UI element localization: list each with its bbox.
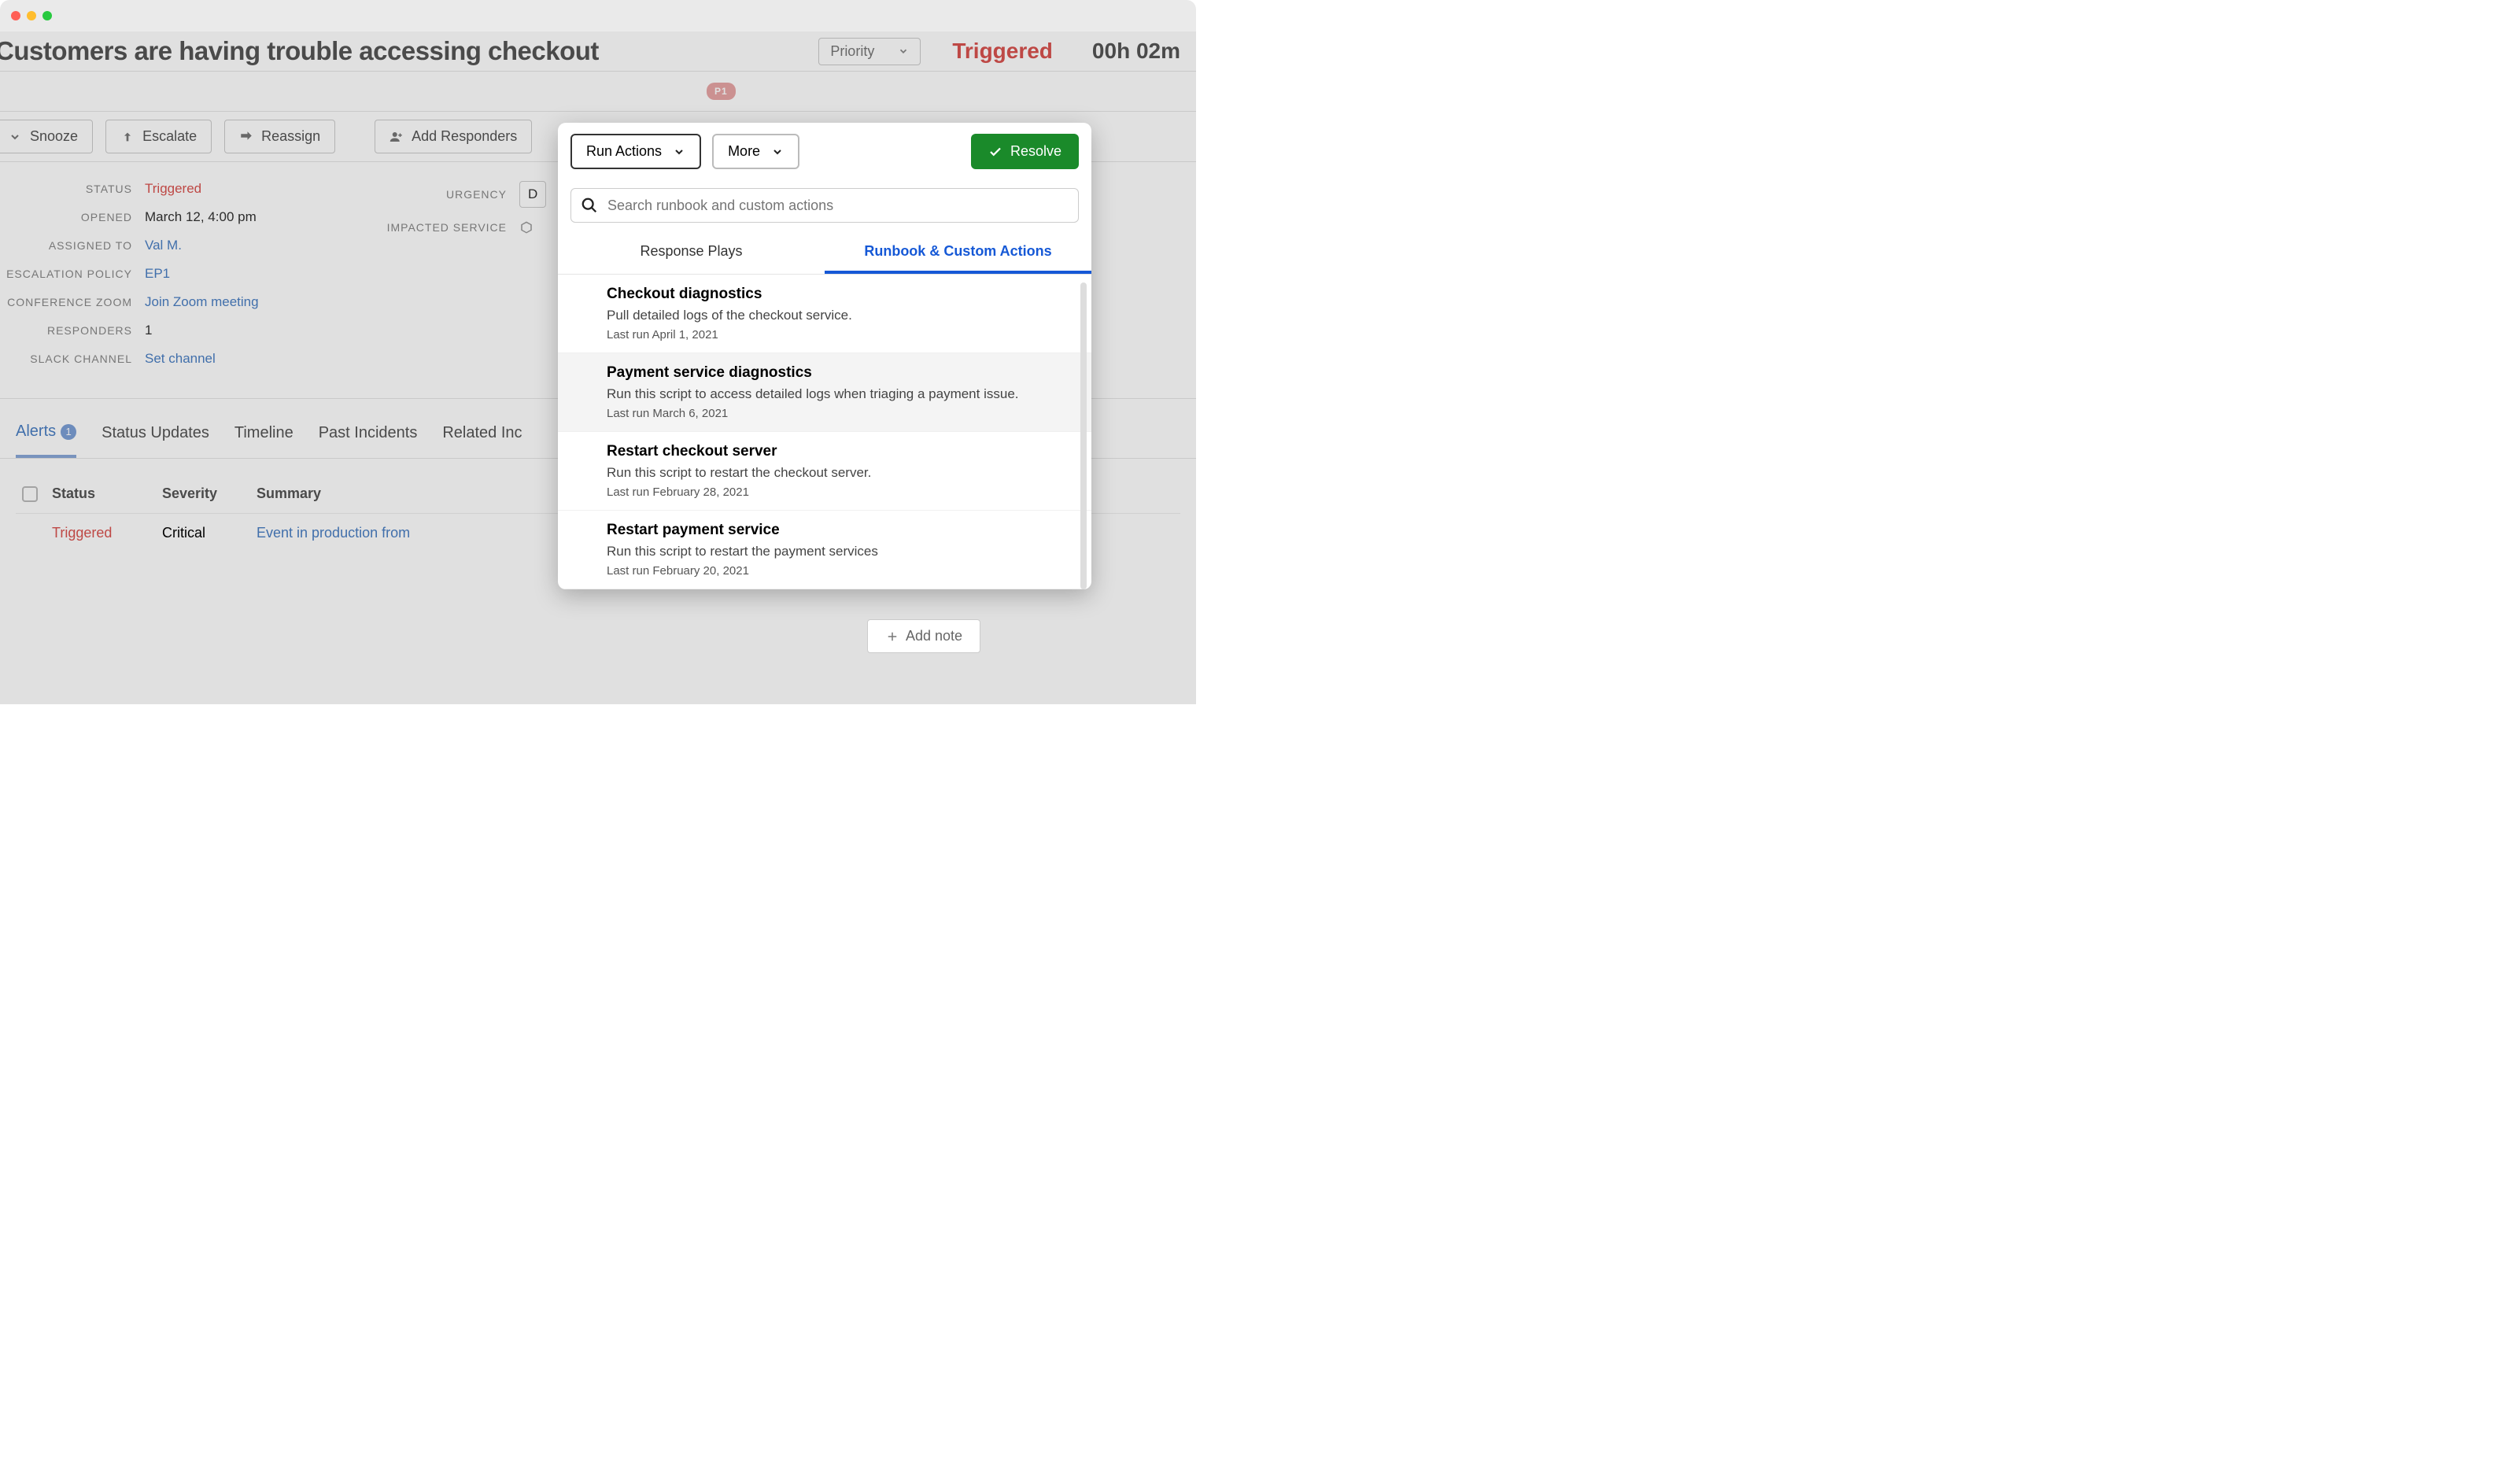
chevron-down-icon (673, 146, 685, 158)
add-note-button[interactable]: Add note (867, 619, 980, 653)
opened-value: March 12, 4:00 pm (145, 209, 257, 225)
action-title: Restart checkout server (607, 443, 1043, 460)
add-responders-label: Add Responders (412, 128, 517, 145)
incident-title: Customers are having trouble accessing c… (0, 36, 599, 66)
window-titlebar (0, 0, 1196, 31)
chevron-down-icon (898, 46, 909, 57)
tab-timeline[interactable]: Timeline (234, 423, 294, 458)
action-lastrun: Last run April 1, 2021 (607, 328, 1043, 341)
row-summary[interactable]: Event in production from (257, 525, 571, 541)
incident-elapsed-time: 00h 02m (1092, 39, 1180, 64)
more-button[interactable]: More (712, 134, 799, 169)
tab-status-updates[interactable]: Status Updates (102, 423, 209, 458)
assigned-label: ASSIGNED TO (0, 239, 145, 252)
more-label: More (728, 143, 760, 160)
arrow-up-icon (120, 130, 135, 144)
action-title: Payment service diagnostics (607, 364, 1043, 382)
check-icon (988, 145, 1002, 159)
snooze-button[interactable]: Snooze (0, 120, 93, 153)
maximize-window-dot[interactable] (42, 11, 52, 20)
search-field-wrap[interactable] (570, 188, 1079, 223)
row-severity: Critical (162, 525, 257, 541)
priority-select[interactable]: Priority (818, 38, 921, 65)
search-input[interactable] (607, 197, 1069, 214)
action-title: Checkout diagnostics (607, 286, 1043, 303)
priority-badge: P1 (707, 83, 736, 100)
action-desc: Run this script to access detailed logs … (607, 386, 1043, 402)
action-desc: Pull detailed logs of the checkout servi… (607, 308, 1043, 323)
search-icon (581, 197, 598, 214)
resolve-button[interactable]: Resolve (971, 134, 1079, 169)
incident-status-heading: Triggered (952, 39, 1053, 64)
impacted-service-label: IMPACTED SERVICE (386, 221, 519, 234)
plus-icon (885, 629, 899, 644)
responders-value: 1 (145, 323, 152, 338)
minimize-window-dot[interactable] (27, 11, 36, 20)
opened-label: OPENED (0, 211, 145, 223)
priority-label: Priority (830, 43, 874, 60)
conference-value[interactable]: Join Zoom meeting (145, 294, 259, 310)
tab-response-plays[interactable]: Response Plays (558, 235, 825, 274)
reassign-button[interactable]: Reassign (224, 120, 335, 153)
tab-alerts[interactable]: Alerts 1 (16, 423, 76, 458)
status-label: STATUS (0, 183, 145, 195)
add-note-label: Add note (906, 628, 962, 644)
escalate-label: Escalate (142, 128, 197, 145)
add-responders-button[interactable]: Add Responders (375, 120, 532, 153)
action-desc: Run this script to restart the checkout … (607, 465, 1043, 481)
run-actions-popover: Run Actions More Resolve Response Plays … (558, 123, 1091, 589)
col-header-status: Status (52, 485, 162, 502)
responders-label: RESPONDERS (0, 324, 145, 337)
resolve-label: Resolve (1010, 143, 1061, 160)
assigned-value[interactable]: Val M. (145, 238, 182, 253)
status-value: Triggered (145, 181, 201, 197)
col-header-severity: Severity (162, 485, 257, 502)
row-status: Triggered (52, 525, 162, 541)
action-item-restart-payment[interactable]: Restart payment service Run this script … (558, 511, 1091, 589)
reassign-label: Reassign (261, 128, 320, 145)
action-lastrun: Last run February 20, 2021 (607, 564, 1043, 578)
col-header-summary: Summary (257, 485, 571, 502)
escalation-label: ESCALATION POLICY (0, 268, 145, 280)
action-item-restart-checkout[interactable]: Restart checkout server Run this script … (558, 432, 1091, 511)
actions-list: Checkout diagnostics Pull detailed logs … (558, 275, 1091, 589)
close-window-dot[interactable] (11, 11, 20, 20)
urgency-label: URGENCY (386, 188, 519, 201)
escalate-button[interactable]: Escalate (105, 120, 212, 153)
action-desc: Run this script to restart the payment s… (607, 544, 1043, 559)
action-title: Restart payment service (607, 522, 1043, 539)
share-icon (239, 130, 253, 144)
run-actions-label: Run Actions (586, 143, 662, 160)
action-lastrun: Last run February 28, 2021 (607, 485, 1043, 499)
tab-past-incidents[interactable]: Past Incidents (319, 423, 418, 458)
chevron-down-icon (8, 130, 22, 144)
tab-alerts-label: Alerts (16, 423, 56, 441)
chevron-down-icon (771, 146, 784, 158)
tab-related-incidents[interactable]: Related Inc (442, 423, 522, 458)
select-all-checkbox[interactable] (22, 486, 38, 502)
urgency-value[interactable]: D (519, 181, 546, 208)
slack-label: SLACK CHANNEL (0, 353, 145, 365)
action-lastrun: Last run March 6, 2021 (607, 407, 1043, 420)
scrollbar[interactable] (1080, 282, 1087, 589)
snooze-label: Snooze (30, 128, 78, 145)
slack-value[interactable]: Set channel (145, 351, 216, 367)
tab-runbook-actions[interactable]: Runbook & Custom Actions (825, 235, 1091, 274)
action-item-checkout-diagnostics[interactable]: Checkout diagnostics Pull detailed logs … (558, 275, 1091, 353)
cube-icon (519, 220, 534, 234)
add-person-icon (390, 130, 404, 144)
escalation-value[interactable]: EP1 (145, 266, 170, 282)
run-actions-button[interactable]: Run Actions (570, 134, 701, 169)
conference-label: CONFERENCE ZOOM (0, 296, 145, 308)
alerts-count-badge: 1 (61, 424, 76, 440)
action-item-payment-diagnostics[interactable]: Payment service diagnostics Run this scr… (558, 353, 1091, 432)
